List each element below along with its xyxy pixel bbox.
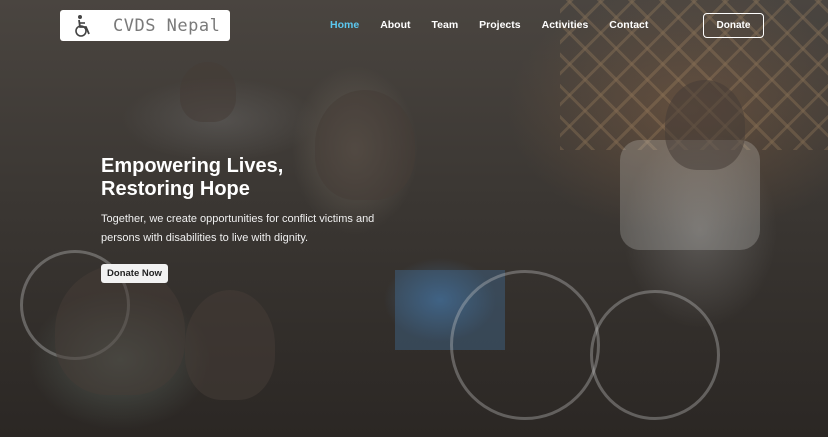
nav-item-activities[interactable]: Activities [542, 19, 589, 31]
logo[interactable]: CVDS Nepal [60, 10, 230, 41]
hero-subtext-line2: persons with disabilities to live with d… [101, 232, 309, 244]
nav-item-home[interactable]: Home [330, 19, 359, 31]
hero-headline: Empowering Lives, Restoring Hope [101, 155, 401, 201]
nav-item-contact[interactable]: Contact [609, 19, 648, 31]
donate-now-button[interactable]: Donate Now [101, 264, 168, 283]
hero-headline-line2: Restoring Hope [101, 178, 250, 200]
nav-links: Home About Team Projects Activities Cont… [330, 19, 669, 31]
background-person [180, 62, 236, 122]
donate-button[interactable]: Donate [703, 13, 764, 38]
nav-item-about[interactable]: About [380, 19, 410, 31]
nav-item-projects[interactable]: Projects [479, 19, 520, 31]
background-person [55, 265, 185, 395]
hero-subtext-line1: Together, we create opportunities for co… [101, 213, 375, 225]
background-person [185, 290, 275, 400]
hero-section: CVDS Nepal Home About Team Projects Acti… [0, 0, 828, 437]
hero-headline-line1: Empowering Lives, [101, 155, 284, 177]
logo-text: CVDS Nepal [113, 15, 221, 36]
navbar: CVDS Nepal Home About Team Projects Acti… [0, 0, 828, 52]
background-wheel [450, 270, 600, 420]
hero-subtext: Together, we create opportunities for co… [101, 210, 391, 248]
wheelchair-icon [75, 14, 90, 37]
nav-item-team[interactable]: Team [432, 19, 459, 31]
background-wheel [590, 290, 720, 420]
background-person [665, 80, 745, 170]
